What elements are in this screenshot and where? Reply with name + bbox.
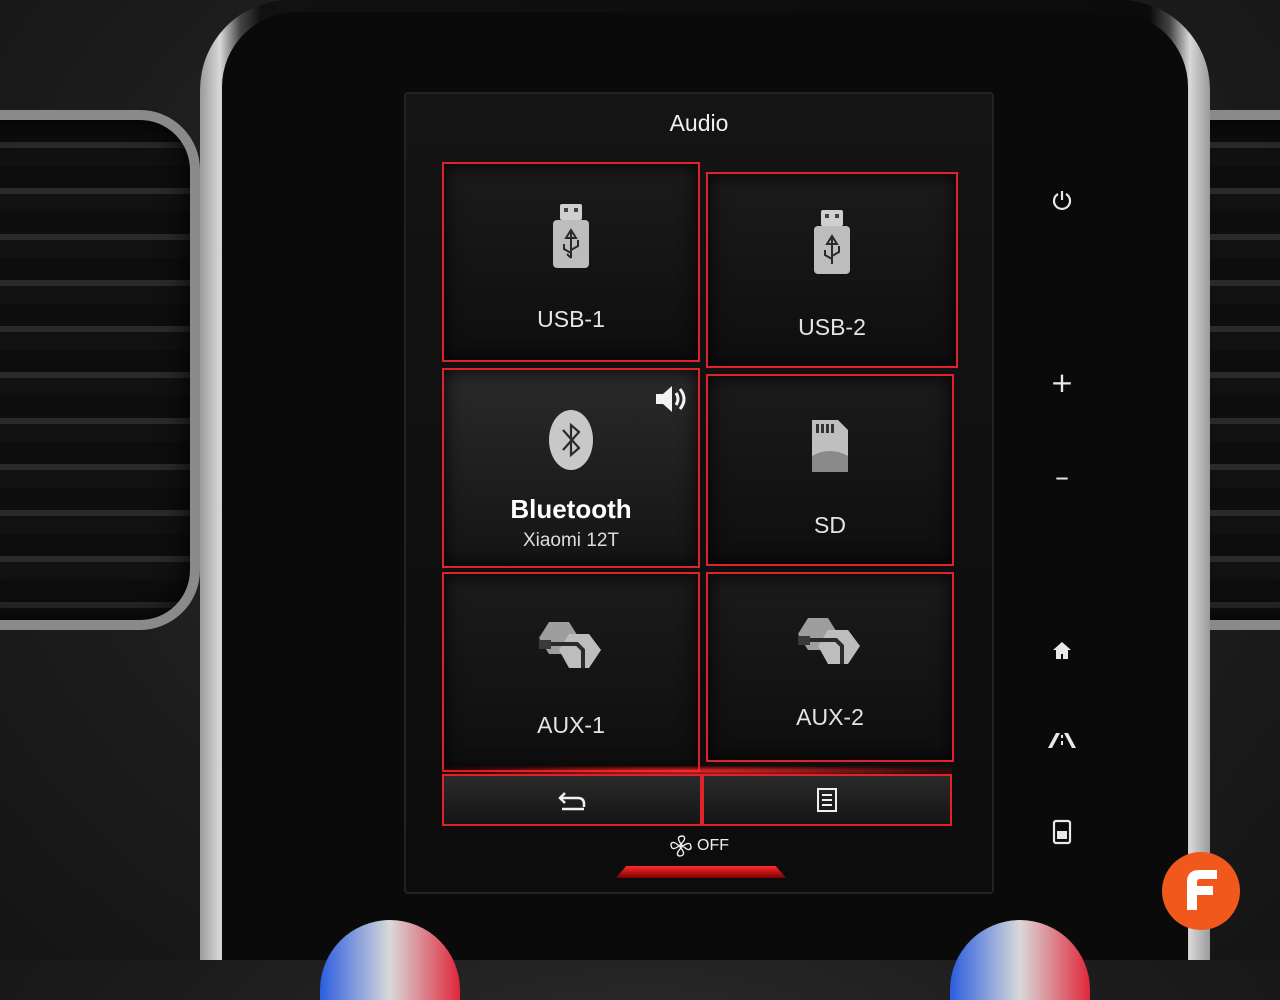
climate-status: OFF: [406, 834, 992, 863]
back-arrow-icon: [558, 792, 586, 811]
usb-drive-icon: [814, 210, 850, 274]
phone-button[interactable]: [1040, 810, 1084, 854]
aux-cable-icon: [798, 618, 860, 664]
navigation-button[interactable]: [1040, 718, 1084, 762]
air-vent-left: [0, 110, 200, 630]
bluetooth-icon: [549, 410, 593, 470]
back-button[interactable]: [442, 774, 702, 826]
volume-down-label: –: [1055, 459, 1069, 493]
climate-indicator-bar: [616, 866, 786, 878]
power-icon: [1052, 191, 1072, 211]
volume-down-button[interactable]: –: [1040, 454, 1084, 498]
tile-usb-2[interactable]: USB-2: [706, 172, 958, 368]
logo-f-icon: [1187, 870, 1217, 910]
volume-up-button[interactable]: +: [1040, 360, 1084, 404]
brand-logo: [1162, 852, 1240, 930]
tile-label: Bluetooth: [510, 494, 632, 524]
road-icon: [1048, 733, 1076, 748]
tile-label: USB-2: [798, 314, 866, 340]
menu-button[interactable]: [702, 774, 952, 826]
fan-icon: [670, 835, 692, 857]
volume-up-label: +: [1050, 365, 1074, 399]
page-title: Audio: [669, 110, 729, 136]
tile-label: SD: [814, 512, 846, 538]
tile-aux-2[interactable]: AUX-2: [706, 572, 954, 762]
phone-icon: [1052, 819, 1072, 845]
infotainment-screen: Audio USB-1 USB-2 Bluetooth Xiaomi 12T S…: [404, 92, 994, 894]
power-button[interactable]: [1040, 178, 1084, 222]
tile-label: USB-1: [537, 306, 605, 332]
usb-drive-icon: [553, 204, 589, 268]
fan-button[interactable]: OFF: [669, 834, 729, 858]
tile-aux-1[interactable]: AUX-1: [442, 572, 700, 772]
aux-cable-icon: [539, 622, 601, 668]
tile-label: AUX-2: [796, 704, 864, 730]
home-icon: [1053, 642, 1071, 659]
tile-usb-1[interactable]: USB-1: [442, 162, 700, 362]
speaker-icon: [656, 386, 686, 412]
tile-sublabel: Xiaomi 12T: [522, 530, 620, 551]
list-menu-icon: [817, 788, 837, 812]
tile-label: AUX-1: [537, 712, 605, 738]
home-button[interactable]: [1040, 628, 1084, 672]
sd-card-icon: [812, 420, 848, 472]
fan-status: OFF: [697, 837, 729, 854]
tile-sd[interactable]: SD: [706, 374, 954, 566]
tile-bluetooth[interactable]: Bluetooth Xiaomi 12T: [442, 368, 700, 568]
